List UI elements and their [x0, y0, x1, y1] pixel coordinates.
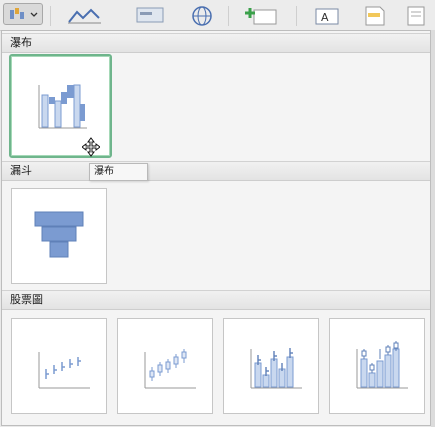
funnel-chart-icon — [34, 211, 84, 258]
stock-chart-icon — [38, 352, 90, 389]
chart-gallery-panel: 瀑布 漏斗 股票圖 — [1, 30, 431, 426]
section-header-stock: 股票圖 — [2, 290, 430, 310]
section-header-waterfall: 瀑布 — [2, 33, 430, 53]
svg-text:A: A — [321, 11, 329, 24]
symbol-icon[interactable] — [404, 4, 430, 26]
stock-volume-ohlc-icon — [356, 341, 408, 389]
stock-volume-icon — [250, 348, 302, 389]
smartart-icon[interactable] — [133, 4, 169, 26]
new-comment-icon[interactable] — [244, 4, 280, 26]
line-chart-icon[interactable] — [65, 4, 105, 26]
dropdown-arrow-icon — [30, 12, 38, 17]
header-footer-icon[interactable] — [362, 4, 388, 26]
stock-ohlc-icon — [144, 349, 196, 389]
stock-volume-ohlc-option[interactable] — [329, 318, 425, 414]
worksheet-edge — [431, 30, 435, 427]
stock-open-high-low-close-option[interactable] — [117, 318, 213, 414]
chart-tooltip: 瀑布 — [89, 163, 148, 181]
textbox-icon[interactable]: A — [310, 4, 344, 26]
funnel-chart-option[interactable] — [11, 188, 107, 284]
cursor-icon — [82, 137, 100, 157]
section-header-funnel: 漏斗 — [2, 161, 430, 181]
chart-type-dropdown-button[interactable] — [3, 3, 43, 25]
chart-type-icon — [10, 8, 38, 19]
stock-high-low-close-option[interactable] — [11, 318, 107, 414]
ribbon: A — [0, 0, 435, 31]
stock-volume-high-low-close-option[interactable] — [223, 318, 319, 414]
globe-icon[interactable] — [188, 4, 218, 26]
